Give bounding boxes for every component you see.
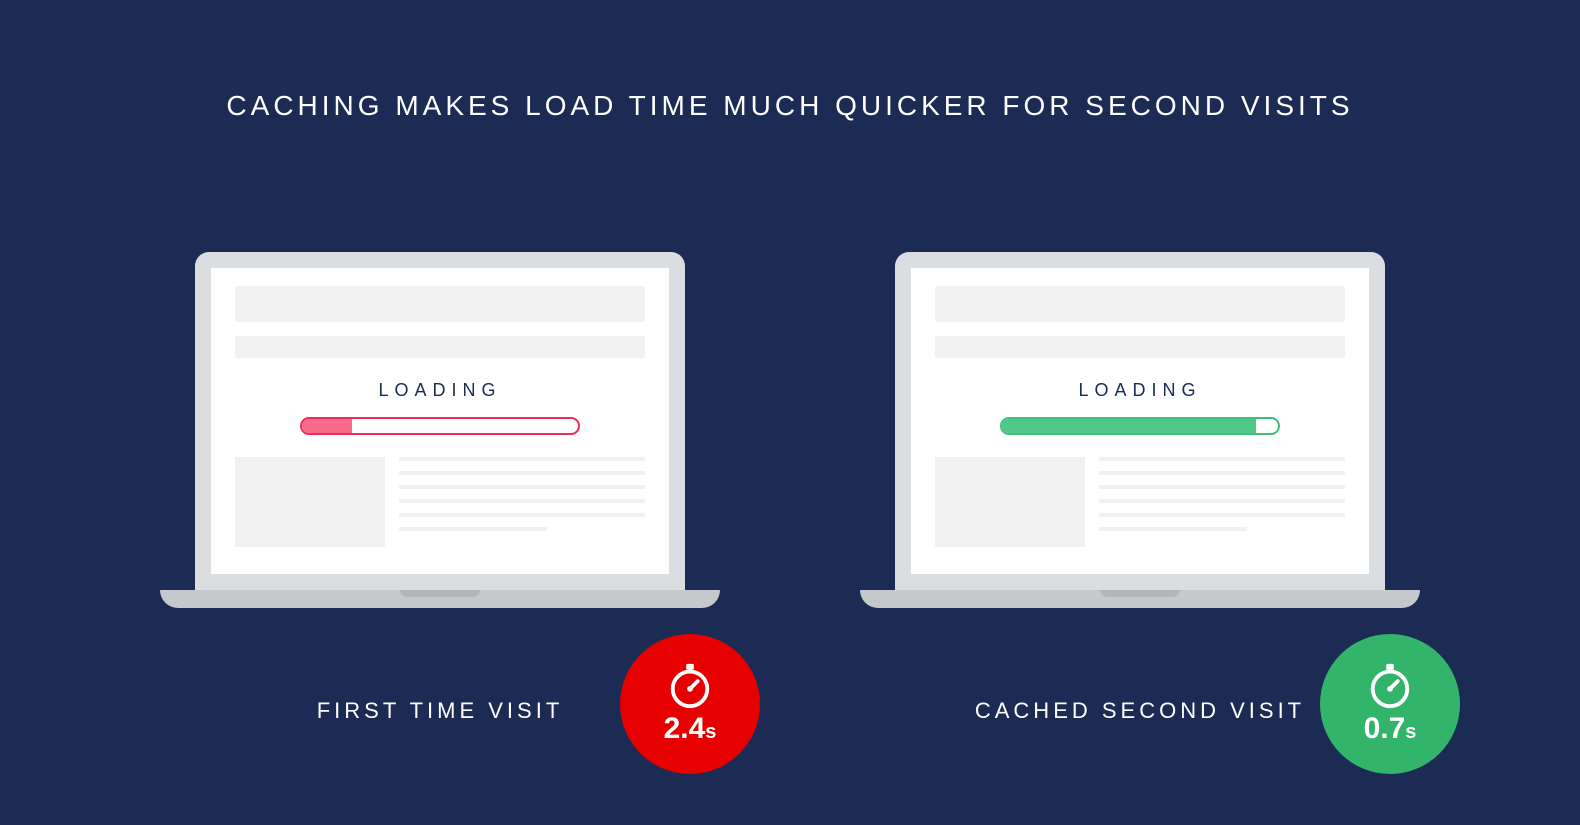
placeholder-navbar [935,336,1345,358]
progress-bar [300,417,580,435]
placeholder-navbar [235,336,645,358]
screen: LOADING [911,268,1369,574]
placeholder-content [935,457,1345,547]
time-badge: 2.4s [620,634,760,774]
panels-row: LOADING [0,252,1580,724]
placeholder-block [935,457,1085,547]
diagram-heading: CACHING MAKES LOAD TIME MUCH QUICKER FOR… [0,0,1580,122]
laptop-illustration: LOADING [880,252,1400,608]
laptop-base [860,590,1420,608]
placeholder-block [235,457,385,547]
placeholder-lines [1099,457,1345,547]
placeholder-lines [399,457,645,547]
progress-fill [1002,419,1256,433]
panel-cached-visit: LOADING [880,252,1400,724]
stopwatch-icon [1365,662,1415,710]
loading-label: LOADING [935,380,1345,401]
loading-label: LOADING [235,380,645,401]
time-value: 0.7s [1364,712,1417,746]
time-value: 2.4s [664,712,717,746]
placeholder-topbar [235,286,645,322]
stopwatch-icon [665,662,715,710]
progress-fill [302,419,352,433]
laptop-base [160,590,720,608]
screen-bezel: LOADING [195,252,685,590]
panel-first-visit: LOADING [180,252,700,724]
time-badge: 0.7s [1320,634,1460,774]
screen: LOADING [211,268,669,574]
progress-bar [1000,417,1280,435]
screen-bezel: LOADING [895,252,1385,590]
laptop-illustration: LOADING [180,252,700,608]
placeholder-topbar [935,286,1345,322]
placeholder-content [235,457,645,547]
